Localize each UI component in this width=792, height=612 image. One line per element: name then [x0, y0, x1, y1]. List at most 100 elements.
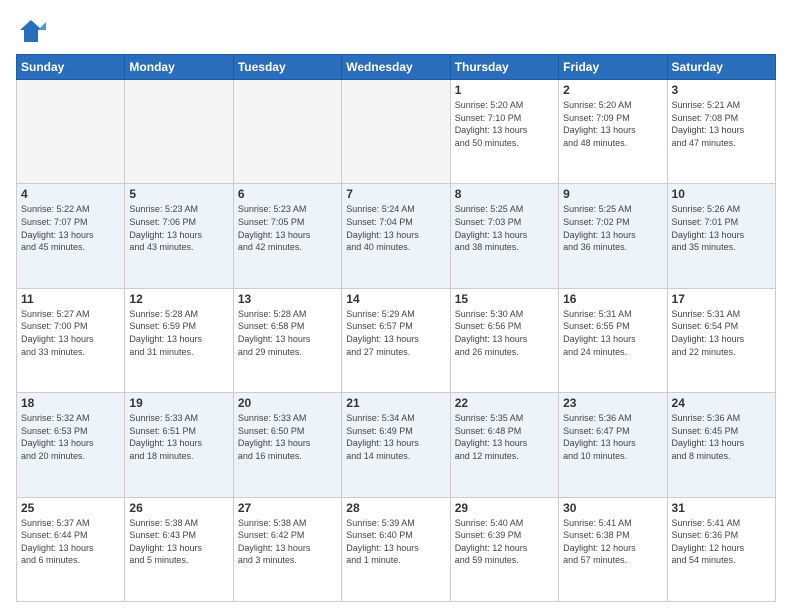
day-info: Sunrise: 5:40 AM Sunset: 6:39 PM Dayligh…: [455, 517, 554, 567]
calendar-cell: 10Sunrise: 5:26 AM Sunset: 7:01 PM Dayli…: [667, 184, 775, 288]
day-number: 31: [672, 501, 771, 515]
day-number: 8: [455, 187, 554, 201]
day-number: 18: [21, 396, 120, 410]
calendar-week-row: 18 Sunrise: 5:32 AM Sunset: 6:53 PM Dayli…: [17, 393, 776, 497]
calendar-cell: 31 Sunrise: 5:41 AM Sunset: 6:36 PM Dayli…: [667, 497, 775, 601]
calendar-cell: 30 Sunrise: 5:41 AM Sunset: 6:38 PM Dayli…: [559, 497, 667, 601]
day-info: Sunrise: 5:23 AM Sunset: 7:06 PM Dayligh…: [129, 203, 228, 253]
weekday-header: Thursday: [450, 55, 558, 80]
day-info: Sunrise: 5:38 AM Sunset: 6:42 PM Dayligh…: [238, 517, 337, 567]
day-number: 11: [21, 292, 120, 306]
calendar-cell: 20 Sunrise: 5:33 AM Sunset: 6:50 PM Dayli…: [233, 393, 341, 497]
calendar-cell: [17, 80, 125, 184]
day-info: Sunrise: 5:33 AM Sunset: 6:51 PM Dayligh…: [129, 412, 228, 462]
day-number: 12: [129, 292, 228, 306]
calendar-week-row: 4Sunrise: 5:22 AM Sunset: 7:07 PM Daylig…: [17, 184, 776, 288]
calendar-cell: 28 Sunrise: 5:39 AM Sunset: 6:40 PM Dayli…: [342, 497, 450, 601]
calendar-cell: 14Sunrise: 5:29 AM Sunset: 6:57 PM Dayli…: [342, 288, 450, 392]
day-info: Sunrise: 5:35 AM Sunset: 6:48 PM Dayligh…: [455, 412, 554, 462]
calendar-cell: 25 Sunrise: 5:37 AM Sunset: 6:44 PM Dayli…: [17, 497, 125, 601]
calendar-cell: 4Sunrise: 5:22 AM Sunset: 7:07 PM Daylig…: [17, 184, 125, 288]
day-number: 30: [563, 501, 662, 515]
calendar-cell: 16 Sunrise: 5:31 AM Sunset: 6:55 PM Dayli…: [559, 288, 667, 392]
day-number: 27: [238, 501, 337, 515]
day-number: 7: [346, 187, 445, 201]
calendar-cell: 29 Sunrise: 5:40 AM Sunset: 6:39 PM Dayli…: [450, 497, 558, 601]
day-number: 13: [238, 292, 337, 306]
day-info: Sunrise: 5:34 AM Sunset: 6:49 PM Dayligh…: [346, 412, 445, 462]
day-info: Sunrise: 5:38 AM Sunset: 6:43 PM Dayligh…: [129, 517, 228, 567]
calendar-cell: [342, 80, 450, 184]
day-info: Sunrise: 5:36 AM Sunset: 6:47 PM Dayligh…: [563, 412, 662, 462]
calendar-cell: 15Sunrise: 5:30 AM Sunset: 6:56 PM Dayli…: [450, 288, 558, 392]
day-info: Sunrise: 5:25 AM Sunset: 7:03 PM Dayligh…: [455, 203, 554, 253]
page: SundayMondayTuesdayWednesdayThursdayFrid…: [0, 0, 792, 612]
calendar-cell: 27 Sunrise: 5:38 AM Sunset: 6:42 PM Dayli…: [233, 497, 341, 601]
day-number: 25: [21, 501, 120, 515]
day-info: Sunrise: 5:28 AM Sunset: 6:58 PM Dayligh…: [238, 308, 337, 358]
calendar-cell: 12 Sunrise: 5:28 AM Sunset: 6:59 PM Dayli…: [125, 288, 233, 392]
calendar-cell: 19 Sunrise: 5:33 AM Sunset: 6:51 PM Dayli…: [125, 393, 233, 497]
logo-icon: [16, 16, 46, 46]
day-info: Sunrise: 5:41 AM Sunset: 6:38 PM Dayligh…: [563, 517, 662, 567]
day-info: Sunrise: 5:36 AM Sunset: 6:45 PM Dayligh…: [672, 412, 771, 462]
weekday-header: Friday: [559, 55, 667, 80]
calendar-cell: 17Sunrise: 5:31 AM Sunset: 6:54 PM Dayli…: [667, 288, 775, 392]
day-number: 10: [672, 187, 771, 201]
day-number: 2: [563, 83, 662, 97]
day-number: 1: [455, 83, 554, 97]
calendar-week-row: 11 Sunrise: 5:27 AM Sunset: 7:00 PM Dayli…: [17, 288, 776, 392]
day-info: Sunrise: 5:22 AM Sunset: 7:07 PM Dayligh…: [21, 203, 120, 253]
day-info: Sunrise: 5:23 AM Sunset: 7:05 PM Dayligh…: [238, 203, 337, 253]
calendar-cell: 7 Sunrise: 5:24 AM Sunset: 7:04 PM Daylig…: [342, 184, 450, 288]
day-number: 19: [129, 396, 228, 410]
weekday-header: Wednesday: [342, 55, 450, 80]
calendar-header-row: SundayMondayTuesdayWednesdayThursdayFrid…: [17, 55, 776, 80]
day-number: 9: [563, 187, 662, 201]
calendar-cell: 8 Sunrise: 5:25 AM Sunset: 7:03 PM Daylig…: [450, 184, 558, 288]
weekday-header: Saturday: [667, 55, 775, 80]
day-number: 20: [238, 396, 337, 410]
calendar-week-row: 1 Sunrise: 5:20 AM Sunset: 7:10 PM Daylig…: [17, 80, 776, 184]
day-info: Sunrise: 5:37 AM Sunset: 6:44 PM Dayligh…: [21, 517, 120, 567]
day-number: 5: [129, 187, 228, 201]
day-info: Sunrise: 5:41 AM Sunset: 6:36 PM Dayligh…: [672, 517, 771, 567]
calendar-cell: 6 Sunrise: 5:23 AM Sunset: 7:05 PM Daylig…: [233, 184, 341, 288]
calendar-cell: 5 Sunrise: 5:23 AM Sunset: 7:06 PM Daylig…: [125, 184, 233, 288]
day-number: 29: [455, 501, 554, 515]
day-info: Sunrise: 5:31 AM Sunset: 6:55 PM Dayligh…: [563, 308, 662, 358]
calendar-cell: 2 Sunrise: 5:20 AM Sunset: 7:09 PM Daylig…: [559, 80, 667, 184]
day-number: 16: [563, 292, 662, 306]
calendar-cell: 22Sunrise: 5:35 AM Sunset: 6:48 PM Dayli…: [450, 393, 558, 497]
calendar-cell: 11 Sunrise: 5:27 AM Sunset: 7:00 PM Dayli…: [17, 288, 125, 392]
day-number: 3: [672, 83, 771, 97]
calendar-cell: 23Sunrise: 5:36 AM Sunset: 6:47 PM Dayli…: [559, 393, 667, 497]
day-number: 6: [238, 187, 337, 201]
calendar-cell: [125, 80, 233, 184]
day-info: Sunrise: 5:20 AM Sunset: 7:10 PM Dayligh…: [455, 99, 554, 149]
calendar-cell: [233, 80, 341, 184]
calendar-cell: 3Sunrise: 5:21 AM Sunset: 7:08 PM Daylig…: [667, 80, 775, 184]
calendar-cell: 9Sunrise: 5:25 AM Sunset: 7:02 PM Daylig…: [559, 184, 667, 288]
day-info: Sunrise: 5:39 AM Sunset: 6:40 PM Dayligh…: [346, 517, 445, 567]
logo: [16, 16, 50, 46]
day-number: 17: [672, 292, 771, 306]
day-info: Sunrise: 5:29 AM Sunset: 6:57 PM Dayligh…: [346, 308, 445, 358]
day-info: Sunrise: 5:28 AM Sunset: 6:59 PM Dayligh…: [129, 308, 228, 358]
day-info: Sunrise: 5:24 AM Sunset: 7:04 PM Dayligh…: [346, 203, 445, 253]
day-info: Sunrise: 5:32 AM Sunset: 6:53 PM Dayligh…: [21, 412, 120, 462]
day-info: Sunrise: 5:33 AM Sunset: 6:50 PM Dayligh…: [238, 412, 337, 462]
day-number: 24: [672, 396, 771, 410]
calendar-cell: 21 Sunrise: 5:34 AM Sunset: 6:49 PM Dayli…: [342, 393, 450, 497]
day-info: Sunrise: 5:27 AM Sunset: 7:00 PM Dayligh…: [21, 308, 120, 358]
day-info: Sunrise: 5:20 AM Sunset: 7:09 PM Dayligh…: [563, 99, 662, 149]
day-number: 28: [346, 501, 445, 515]
header: [16, 16, 776, 46]
calendar-table: SundayMondayTuesdayWednesdayThursdayFrid…: [16, 54, 776, 602]
weekday-header: Sunday: [17, 55, 125, 80]
weekday-header: Monday: [125, 55, 233, 80]
calendar-cell: 26Sunrise: 5:38 AM Sunset: 6:43 PM Dayli…: [125, 497, 233, 601]
day-number: 21: [346, 396, 445, 410]
day-number: 15: [455, 292, 554, 306]
weekday-header: Tuesday: [233, 55, 341, 80]
